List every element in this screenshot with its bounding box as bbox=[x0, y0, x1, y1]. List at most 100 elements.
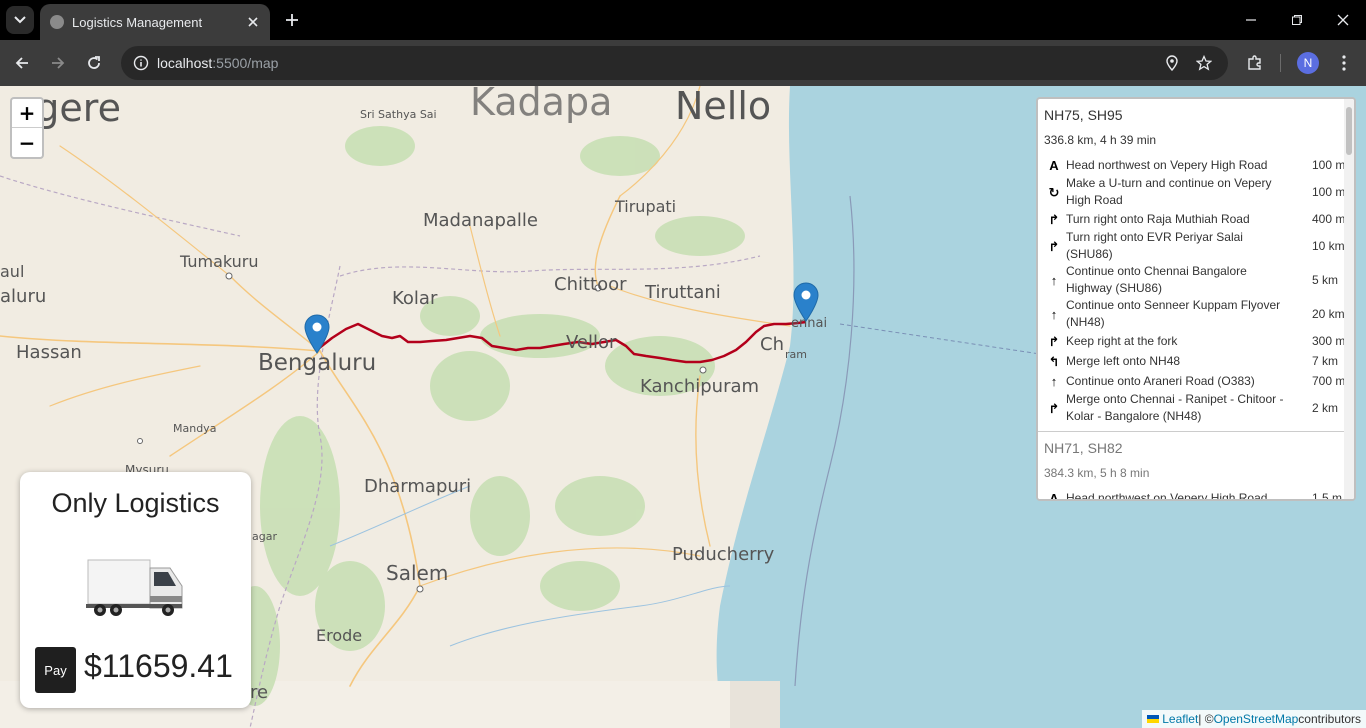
instruction-row[interactable]: A Head northwest on Vepery High Road 1.5 m bbox=[1044, 488, 1346, 501]
turn-right-icon: ↱ bbox=[1048, 238, 1060, 254]
scrollbar-thumb[interactable] bbox=[1346, 107, 1352, 155]
instruction-distance: 2 km bbox=[1312, 400, 1339, 415]
zoom-in-button[interactable]: + bbox=[12, 99, 42, 128]
map-attribution: Leaflet | © OpenStreetMap contributors bbox=[1142, 710, 1366, 728]
tab-title: Logistics Management bbox=[72, 14, 203, 30]
attribution-suffix: contributors bbox=[1298, 712, 1361, 726]
pay-button[interactable]: Pay bbox=[35, 647, 76, 693]
map-label: Mandya bbox=[173, 422, 217, 435]
osm-link[interactable]: OpenStreetMap bbox=[1214, 712, 1299, 726]
logistics-card: Only Logistics Pay $11659.41 bbox=[20, 472, 251, 708]
route-alternative-secondary[interactable]: NH71, SH82 384.3 km, 5 h 8 min A Head nor… bbox=[1038, 431, 1354, 501]
forward-button[interactable] bbox=[46, 51, 70, 75]
depart-icon: A bbox=[1049, 490, 1059, 501]
restore-icon bbox=[1292, 15, 1302, 25]
map-view[interactable]: agere Kadapa Nello Sri Sathya Sai Madana… bbox=[0, 86, 1366, 728]
ukraine-flag-icon bbox=[1147, 715, 1160, 723]
map-label: Kolar bbox=[392, 288, 438, 309]
map-label: Tirupati bbox=[615, 197, 677, 216]
plus-icon bbox=[286, 14, 298, 26]
back-button[interactable] bbox=[10, 51, 34, 75]
map-label: Nello bbox=[675, 86, 772, 128]
instruction-row[interactable]: ↰ Merge left onto NH48 7 km bbox=[1044, 351, 1346, 371]
minimize-button[interactable] bbox=[1239, 8, 1263, 32]
depart-icon: A bbox=[1049, 157, 1059, 173]
map-label: Puducherry bbox=[672, 544, 775, 565]
routing-directions-panel[interactable]: NH75, SH95 336.8 km, 4 h 39 min A Head no… bbox=[1036, 97, 1356, 501]
close-tab-button[interactable] bbox=[244, 13, 262, 31]
instruction-row[interactable]: ↱ Turn right onto Raja Muthiah Road 400 m bbox=[1044, 209, 1346, 229]
tab-search-button[interactable] bbox=[6, 6, 34, 34]
map-label: aluru bbox=[0, 286, 47, 307]
close-window-button[interactable] bbox=[1331, 8, 1355, 32]
map-label: re bbox=[250, 682, 269, 703]
globe-icon bbox=[50, 15, 64, 29]
info-icon[interactable] bbox=[133, 55, 149, 71]
location-icon[interactable] bbox=[1163, 54, 1181, 72]
close-icon bbox=[248, 17, 258, 27]
restore-button[interactable] bbox=[1285, 8, 1309, 32]
browser-menu-button[interactable] bbox=[1332, 51, 1356, 75]
address-bar[interactable]: localhost:5500/map bbox=[121, 46, 1228, 80]
map-label: Sri Sathya Sai bbox=[360, 108, 437, 121]
instruction-row[interactable]: ↻ Make a U-turn and continue on Vepery Hi… bbox=[1044, 175, 1346, 209]
puzzle-icon bbox=[1248, 55, 1261, 70]
merge-right-icon: ↱ bbox=[1048, 400, 1060, 416]
extensions-button[interactable] bbox=[1243, 51, 1267, 75]
arrow-left-icon bbox=[15, 57, 28, 69]
instruction-distance: 400 m bbox=[1312, 211, 1346, 226]
chevron-down-icon bbox=[14, 16, 26, 24]
map-label: aul bbox=[0, 262, 25, 281]
browser-toolbar: localhost:5500/map N bbox=[0, 40, 1366, 86]
continue-icon: ↑ bbox=[1050, 306, 1058, 322]
instruction-text: Head northwest on Vepery High Road bbox=[1066, 490, 1268, 501]
start-marker-icon[interactable] bbox=[304, 314, 330, 354]
merge-left-icon: ↰ bbox=[1048, 353, 1060, 369]
instruction-row[interactable]: ↑ Continue onto Senneer Kuppam Flyover (N… bbox=[1044, 297, 1346, 331]
route-alternative-primary[interactable]: NH75, SH95 336.8 km, 4 h 39 min A Head no… bbox=[1038, 99, 1354, 431]
browser-tab[interactable]: Logistics Management bbox=[40, 4, 270, 40]
map-label: Hassan bbox=[16, 342, 82, 363]
instruction-list: A Head northwest on Vepery High Road 100 m… bbox=[1044, 155, 1346, 425]
map-label: Kadapa bbox=[470, 86, 613, 124]
instruction-row[interactable]: ↱ Turn right onto EVR Periyar Salai (SHU8… bbox=[1044, 229, 1346, 263]
instruction-text: Merge onto Chennai - Ranipet - Chitoor -… bbox=[1066, 392, 1284, 423]
map-label: agar bbox=[252, 530, 277, 543]
map-label: Kanchipuram bbox=[640, 376, 760, 397]
instruction-row[interactable]: ↑ Continue onto Chennai Bangalore Highway… bbox=[1044, 263, 1346, 297]
zoom-out-button[interactable]: − bbox=[12, 128, 42, 157]
route-summary: 336.8 km, 4 h 39 min bbox=[1044, 133, 1157, 147]
continue-icon: ↑ bbox=[1050, 373, 1058, 389]
destination-marker-icon[interactable] bbox=[793, 282, 819, 322]
instruction-text: Make a U-turn and continue on Vepery Hig… bbox=[1066, 176, 1272, 207]
url-text[interactable]: localhost:5500/map bbox=[157, 55, 278, 71]
instruction-list: A Head northwest on Vepery High Road 1.5 m bbox=[1044, 488, 1346, 501]
arrow-right-icon bbox=[52, 57, 65, 69]
reload-button[interactable] bbox=[82, 51, 106, 75]
instruction-row[interactable]: ↱ Merge onto Chennai - Ranipet - Chitoor … bbox=[1044, 391, 1346, 425]
route-summary: 384.3 km, 5 h 8 min bbox=[1044, 466, 1150, 480]
zoom-control: + − bbox=[10, 97, 44, 159]
instruction-distance: 100 m bbox=[1312, 157, 1346, 172]
new-tab-button[interactable] bbox=[282, 10, 302, 30]
instruction-row[interactable]: ↑ Continue onto Araneri Road (O383) 700 m bbox=[1044, 371, 1346, 391]
instruction-text: Head northwest on Vepery High Road bbox=[1066, 157, 1268, 172]
keep-right-icon: ↱ bbox=[1048, 333, 1060, 349]
more-vertical-icon bbox=[1342, 55, 1346, 71]
instruction-text: Keep right at the fork bbox=[1066, 333, 1178, 348]
instruction-distance: 300 m bbox=[1312, 333, 1346, 348]
panel-scrollbar[interactable] bbox=[1344, 99, 1354, 499]
instruction-distance: 10 km bbox=[1312, 238, 1345, 253]
map-label: Madanapalle bbox=[423, 210, 538, 231]
map-label: Ch bbox=[760, 334, 784, 355]
instruction-distance: 100 m bbox=[1312, 184, 1346, 199]
attribution-separator: | © bbox=[1198, 712, 1214, 726]
instruction-row[interactable]: A Head northwest on Vepery High Road 100 m bbox=[1044, 155, 1346, 175]
bookmark-star-icon[interactable] bbox=[1195, 54, 1213, 72]
instruction-row[interactable]: ↱ Keep right at the fork 300 m bbox=[1044, 331, 1346, 351]
instruction-distance: 1.5 m bbox=[1312, 490, 1343, 501]
profile-avatar[interactable]: N bbox=[1297, 52, 1319, 74]
leaflet-link[interactable]: Leaflet bbox=[1162, 712, 1198, 726]
route-name: NH75, SH95 bbox=[1044, 107, 1123, 123]
map-label: Salem bbox=[386, 561, 449, 585]
